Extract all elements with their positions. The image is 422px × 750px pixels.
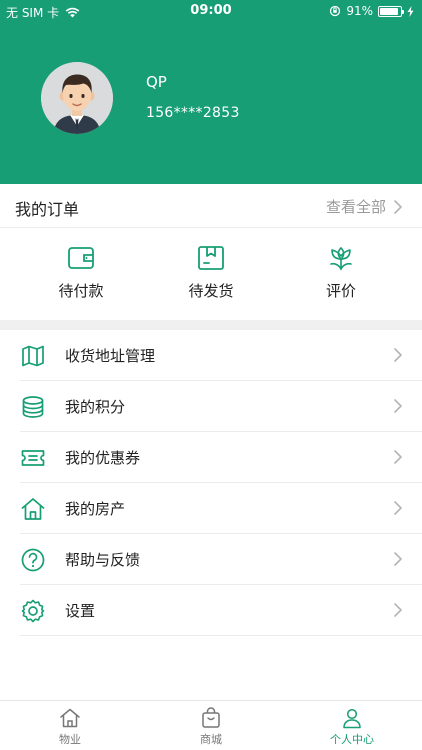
map-icon <box>22 345 44 367</box>
menu-label-help: 帮助与反馈 <box>65 551 141 569</box>
tab-label-mall: 商城 <box>200 733 222 746</box>
settings-menu: 收货地址管理 我的积分 我的优惠券 我的房产 帮助与反馈 设置 <box>0 330 422 636</box>
tab-personal-center[interactable]: 个人中心 <box>282 707 422 747</box>
wallet-icon <box>68 247 94 269</box>
pending-payment-label: 待付款 <box>58 282 104 300</box>
menu-item-address[interactable]: 收货地址管理 <box>0 330 422 381</box>
user-phone: 156****2853 <box>146 105 240 121</box>
ticket-icon <box>21 450 45 466</box>
bottom-tab-bar: 物业 商城 个人中心 <box>0 700 422 750</box>
menu-label-settings: 设置 <box>65 602 96 620</box>
menu-item-coupons[interactable]: 我的优惠券 <box>0 432 422 483</box>
tab-label-property: 物业 <box>59 733 81 746</box>
person-icon <box>343 708 361 729</box>
charging-icon <box>407 5 414 17</box>
chevron-right-icon <box>394 450 402 464</box>
flower-icon <box>330 246 352 271</box>
status-bar: 无 SIM 卡 09:00 91% <box>0 0 422 22</box>
chevron-right-icon <box>394 199 402 214</box>
chevron-right-icon <box>394 348 402 362</box>
tab-label-personal: 个人中心 <box>330 733 374 746</box>
chevron-right-icon <box>394 399 402 413</box>
pending-shipment-button[interactable]: 待发货 <box>161 244 261 301</box>
help-icon <box>21 548 45 572</box>
view-all-orders-link[interactable]: 查看全部 <box>326 196 402 217</box>
tab-property-services[interactable]: 物业 <box>0 707 140 747</box>
chevron-right-icon <box>394 501 402 515</box>
my-orders-row[interactable]: 我的订单 查看全部 <box>0 184 422 228</box>
menu-item-help[interactable]: 帮助与反馈 <box>0 534 422 585</box>
battery-percent: 91% <box>346 4 373 18</box>
chevron-right-icon <box>394 603 402 617</box>
house-icon <box>21 498 45 520</box>
avatar[interactable] <box>41 62 113 134</box>
my-orders-title: 我的订单 <box>15 200 80 219</box>
review-button[interactable]: 评价 <box>291 244 391 301</box>
review-label: 评价 <box>325 282 356 300</box>
menu-item-settings[interactable]: 设置 <box>0 585 422 636</box>
settings-gear-icon <box>21 599 45 623</box>
pending-shipment-label: 待发货 <box>188 282 234 300</box>
menu-label-coupons: 我的优惠券 <box>65 449 141 467</box>
order-status-shortcuts: 待付款 待发货 评价 <box>0 228 422 320</box>
battery-level <box>380 7 399 15</box>
tab-mall[interactable]: 商城 <box>141 707 281 747</box>
battery-icon <box>378 5 404 17</box>
profile-header: 无 SIM 卡 09:00 91% QP 156****2853 <box>0 0 422 184</box>
menu-label-points: 我的积分 <box>65 398 126 416</box>
coins-icon <box>22 396 44 418</box>
menu-item-property[interactable]: 我的房产 <box>0 483 422 534</box>
shopping-bag-icon <box>202 707 220 728</box>
chevron-right-icon <box>394 552 402 566</box>
avatar-illustration <box>41 62 113 134</box>
menu-label-property: 我的房产 <box>65 500 126 518</box>
box-icon <box>198 246 224 270</box>
section-divider <box>0 320 422 330</box>
menu-item-points[interactable]: 我的积分 <box>0 381 422 432</box>
user-name: QP <box>146 73 167 91</box>
menu-label-address: 收货地址管理 <box>65 347 156 365</box>
pending-payment-button[interactable]: 待付款 <box>31 244 131 301</box>
view-all-label: 查看全部 <box>325 198 386 216</box>
orientation-lock-icon <box>330 5 341 17</box>
home-icon <box>60 708 80 728</box>
